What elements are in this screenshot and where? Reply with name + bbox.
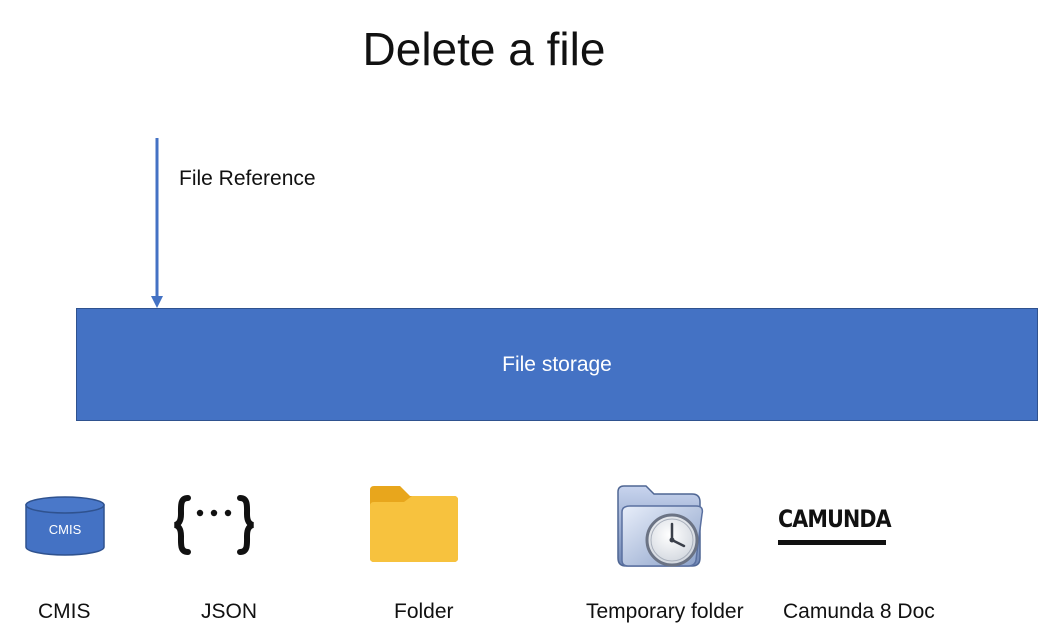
cmis-label: CMIS bbox=[38, 600, 91, 623]
file-reference-label: File Reference bbox=[179, 167, 316, 190]
cmis-icon-text: CMIS bbox=[48, 522, 82, 537]
temporary-folder-clock-icon bbox=[617, 485, 704, 567]
camunda-8-doc-label: Camunda 8 Doc bbox=[783, 600, 935, 623]
down-arrow-icon bbox=[151, 138, 163, 308]
camunda-logo-underline bbox=[778, 540, 886, 545]
camunda-logo: CAMUNDA bbox=[778, 505, 892, 533]
folder-icon bbox=[370, 486, 458, 562]
file-storage-box: File storage bbox=[76, 308, 1038, 421]
folder-label: Folder bbox=[394, 600, 454, 623]
diagram-title: Delete a file bbox=[362, 23, 606, 75]
json-label: JSON bbox=[201, 600, 258, 623]
temporary-folder-label: Temporary folder bbox=[586, 600, 744, 623]
file-storage-label: File storage bbox=[502, 352, 612, 376]
json-braces-icon bbox=[174, 495, 254, 555]
